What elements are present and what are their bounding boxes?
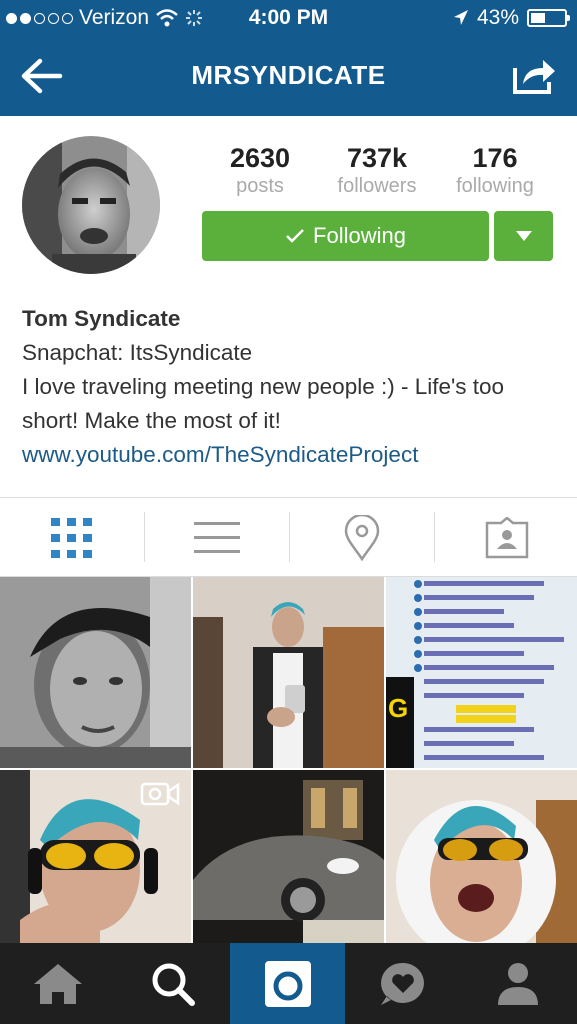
- tab-activity[interactable]: [345, 943, 460, 1024]
- page-title: MRSYNDICATE: [191, 60, 386, 90]
- profile-view-tabs: [0, 497, 577, 577]
- stat-followers[interactable]: 737k followers: [328, 143, 426, 198]
- nav-bar: MRSYNDICATE: [0, 38, 577, 116]
- location-arrow-icon: [453, 10, 468, 25]
- post-thumbnail[interactable]: G: [386, 577, 577, 768]
- following-count: 176: [472, 143, 518, 173]
- activity-heart-icon: [380, 962, 424, 1005]
- video-camera-icon: [140, 782, 180, 806]
- following-label: following: [456, 175, 534, 197]
- followers-label: followers: [337, 175, 417, 197]
- profile-icon: [497, 962, 538, 1005]
- posts-count: 2630: [229, 143, 291, 173]
- profile-avatar[interactable]: [22, 136, 160, 274]
- post-thumbnail[interactable]: [386, 770, 577, 943]
- svg-text:G: G: [388, 693, 408, 723]
- tab-list-view[interactable]: [145, 498, 289, 577]
- posts-grid: G: [0, 577, 577, 943]
- following-button[interactable]: Following: [202, 211, 489, 261]
- share-button[interactable]: [511, 54, 557, 96]
- tab-home[interactable]: [0, 943, 115, 1024]
- checkmark-icon: [286, 229, 304, 243]
- tagged-photos-icon: [485, 516, 529, 558]
- follow-options-button[interactable]: [494, 211, 553, 261]
- location-pin-icon: [344, 514, 380, 561]
- status-bar: Verizon 4:00 PM 43%: [0, 0, 577, 38]
- followers-count: 737k: [346, 143, 408, 173]
- post-thumbnail[interactable]: [0, 577, 191, 768]
- tab-profile[interactable]: [460, 943, 575, 1024]
- following-button-label: Following: [313, 223, 406, 248]
- list-icon: [194, 521, 240, 553]
- post-thumbnail[interactable]: [193, 770, 384, 943]
- camera-icon: [264, 960, 311, 1007]
- grid-icon: [51, 517, 92, 558]
- battery-percent: 43%: [476, 6, 519, 29]
- profile-full-name: Tom Syndicate: [22, 306, 181, 331]
- caret-down-icon: [515, 231, 532, 241]
- stat-posts[interactable]: 2630 posts: [220, 143, 300, 198]
- bio-line: Snapchat: ItsSyndicate: [22, 340, 253, 365]
- tab-map-view[interactable]: [290, 498, 434, 577]
- tab-grid-view[interactable]: [0, 498, 144, 577]
- app-header: Verizon 4:00 PM 43% MRSYNDICATE: [0, 0, 577, 116]
- tab-search[interactable]: [115, 943, 230, 1024]
- profile-bio: Tom Syndicate Snapchat: ItsSyndicate I l…: [22, 302, 562, 472]
- post-video-thumbnail[interactable]: [0, 770, 191, 943]
- search-icon: [152, 963, 195, 1006]
- tab-tagged-view[interactable]: [435, 498, 577, 577]
- posts-label: posts: [236, 175, 284, 197]
- bottom-tab-bar: [0, 943, 577, 1024]
- post-thumbnail[interactable]: [193, 577, 384, 768]
- home-icon: [33, 963, 82, 1004]
- share-icon: [513, 60, 555, 94]
- bio-line: I love traveling meeting new people :) -…: [22, 374, 505, 433]
- battery-icon: [527, 9, 570, 27]
- website-link[interactable]: www.youtube.com/TheSyndicateProject: [22, 438, 562, 472]
- tab-camera[interactable]: [230, 943, 345, 1024]
- stat-following[interactable]: 176 following: [446, 143, 544, 198]
